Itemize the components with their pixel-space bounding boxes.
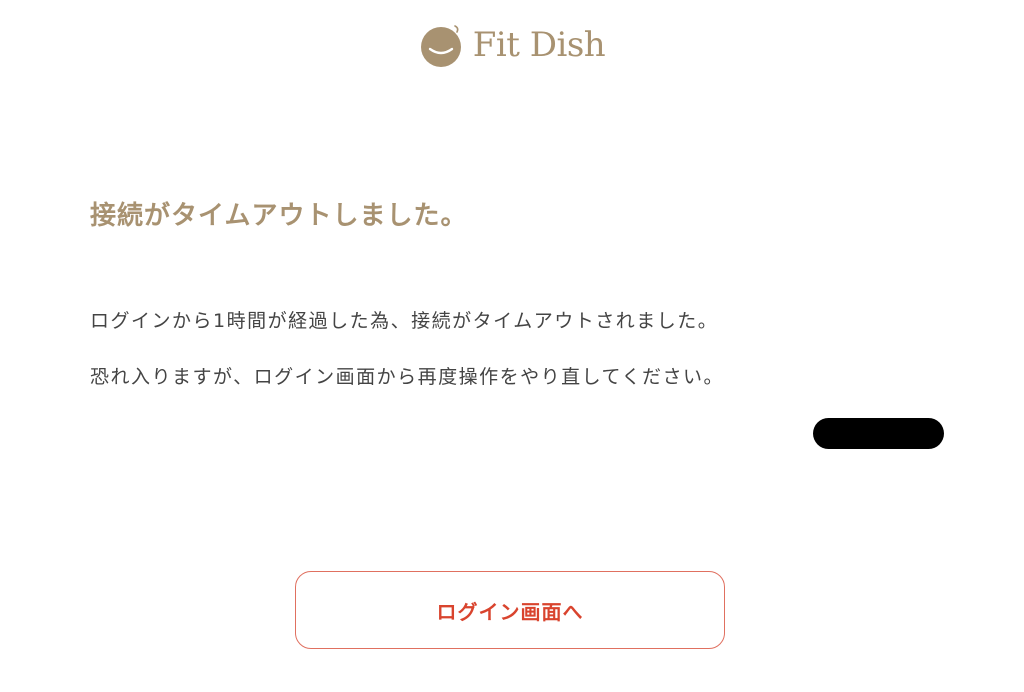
brand-logo[interactable]: Fit Dish [419,22,606,68]
login-screen-button[interactable]: ログイン画面へ [295,571,725,649]
description-line-1: ログインから1時間が経過した為、接続がタイムアウトされました。 [90,310,719,332]
timeout-description: ログインから1時間が経過した為、接続がタイムアウトされました。 恐れ入りますが、… [90,306,724,418]
page-title: 接続がタイムアウトしました。 [90,201,468,232]
site-header: Fit Dish [0,20,1024,70]
redacted-block [813,418,944,449]
description-line-2: 恐れ入りますが、ログイン画面から再度操作をやり直してください。 [90,366,724,388]
smiling-bowl-icon [420,25,461,67]
brand-name: Fit Dish [472,25,606,65]
